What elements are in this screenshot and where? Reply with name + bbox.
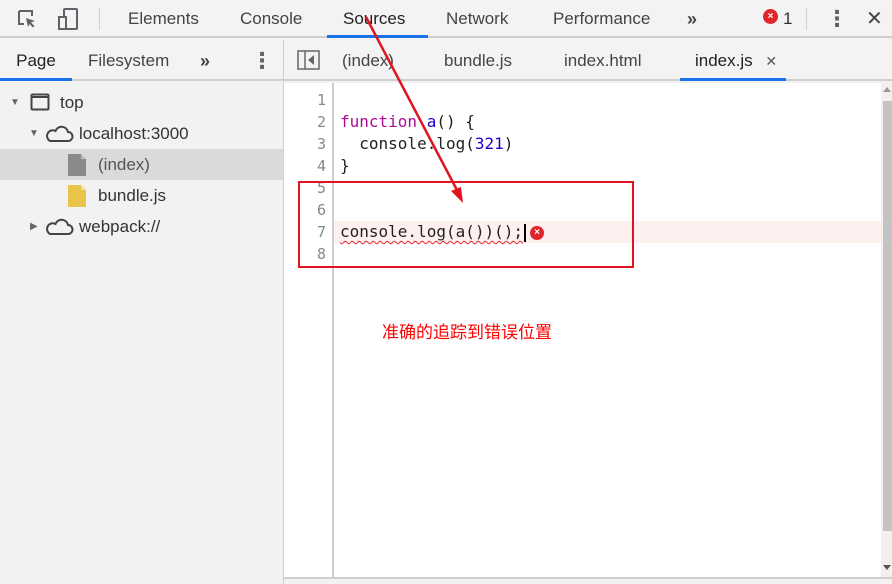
code-line-2: function a() { [340, 112, 475, 131]
device-toolbar-icon[interactable] [57, 8, 79, 30]
tab-page[interactable]: Page [0, 40, 72, 81]
more-tabs-button[interactable]: » [671, 0, 713, 38]
code-token: ) [503, 134, 514, 153]
annotation-highlight-box [298, 181, 634, 268]
line-number[interactable]: 1 [317, 91, 326, 109]
tree-item-label: bundle.js [98, 186, 167, 205]
editor-tab-label: index.js [695, 51, 753, 70]
collapse-arrow-icon[interactable]: ▶ [30, 211, 38, 242]
code-token: console.log( [340, 134, 475, 153]
number-token: 321 [474, 134, 504, 153]
code-editor[interactable]: 1 2 3 4 5 6 7 8 function a() { console.l… [284, 83, 881, 577]
tree-item-webpack[interactable]: ▶ webpack:// [0, 211, 283, 242]
line-number[interactable]: 3 [317, 135, 326, 153]
close-devtools-icon[interactable]: ✕ [860, 0, 889, 38]
toolbar-divider [806, 8, 807, 30]
file-icon [68, 154, 86, 176]
tree-item-bundle-js[interactable]: bundle.js [0, 180, 283, 211]
code-token: () { [436, 112, 475, 131]
cloud-icon [46, 125, 74, 142]
tab-elements[interactable]: Elements [112, 0, 215, 38]
file-navigator: ▼ top ▼ localhost:3000 (index) bundle.js… [0, 81, 284, 584]
line-number-gutter[interactable]: 1 2 3 4 5 6 7 8 [284, 83, 334, 577]
code-line-3: console.log(321) [340, 134, 513, 153]
editor-tab-index[interactable]: (index) [342, 40, 394, 81]
tab-filesystem[interactable]: Filesystem [88, 40, 169, 81]
editor-footer-border [284, 577, 892, 579]
annotation-text: 准确的追踪到错误位置 [382, 323, 552, 343]
expand-arrow-icon[interactable]: ▼ [10, 87, 20, 118]
line-number[interactable]: 4 [317, 157, 326, 175]
tree-item-label: webpack:// [79, 217, 161, 236]
tree-item-top[interactable]: ▼ top [0, 87, 283, 118]
editor-scrollbar[interactable] [881, 83, 892, 577]
scroll-thumb[interactable] [883, 101, 892, 531]
cloud-icon [46, 218, 74, 235]
error-icon[interactable]: × [763, 9, 778, 24]
frame-icon [30, 93, 50, 111]
line-number[interactable]: 2 [317, 113, 326, 131]
tree-item-index[interactable]: (index) [0, 149, 283, 180]
js-file-icon [68, 185, 86, 207]
sources-subbar: Page Filesystem » ⋮ (index) bundle.js in… [0, 40, 892, 81]
toolbar-divider [99, 8, 100, 30]
editor-tab-index-html[interactable]: index.html [564, 40, 641, 81]
error-count[interactable]: 1 [783, 0, 792, 38]
editor-tab-bundle-js[interactable]: bundle.js [444, 40, 512, 81]
tree-item-label: (index) [98, 155, 150, 174]
scroll-down-icon[interactable] [883, 565, 891, 570]
pane-divider[interactable] [283, 40, 284, 81]
sidebar-toggle-icon[interactable] [297, 50, 320, 70]
expand-arrow-icon[interactable]: ▼ [29, 118, 39, 149]
inspect-element-icon[interactable] [16, 8, 38, 30]
keyword-token: function [340, 112, 418, 131]
tab-performance[interactable]: Performance [537, 0, 666, 38]
tab-network[interactable]: Network [430, 0, 524, 38]
tree-item-label: top [60, 93, 84, 112]
scroll-up-icon[interactable] [883, 87, 891, 92]
function-name-token: a [426, 112, 437, 131]
tree-item-localhost[interactable]: ▼ localhost:3000 [0, 118, 283, 149]
tab-sources[interactable]: Sources [327, 0, 428, 38]
customize-menu-icon[interactable]: ⋮ [818, 0, 856, 38]
navigator-menu-icon[interactable]: ⋮ [251, 40, 273, 81]
tree-item-label: localhost:3000 [79, 124, 189, 143]
editor-tab-index-js[interactable]: index.js ✕ [680, 40, 786, 81]
navigator-more-button[interactable]: » [200, 40, 210, 81]
code-line-4: } [340, 156, 350, 175]
close-tab-icon[interactable]: ✕ [765, 53, 777, 69]
tab-console[interactable]: Console [224, 0, 318, 38]
devtools-toolbar: Elements Console Sources Network Perform… [0, 0, 892, 38]
